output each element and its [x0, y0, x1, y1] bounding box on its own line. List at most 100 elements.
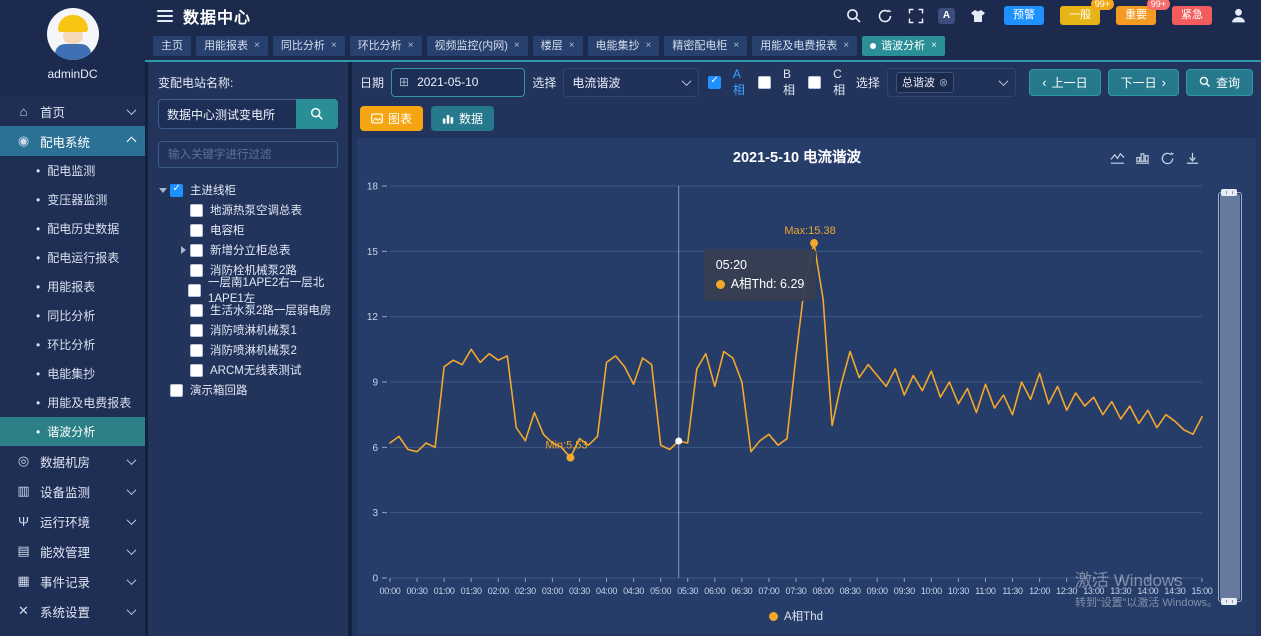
close-icon[interactable]: ×	[843, 36, 849, 56]
sidebar-subitem-环比分析[interactable]: •环比分析	[0, 330, 145, 359]
tree-node-一层南1APE2右一层北1APE1左[interactable]: 一层南1APE2右一层北1APE1左	[158, 280, 338, 300]
date-input[interactable]	[415, 74, 517, 90]
search-icon[interactable]	[845, 7, 862, 24]
datazoom-fill[interactable]	[1220, 194, 1240, 600]
checkbox[interactable]	[190, 204, 203, 217]
caret-down-icon[interactable]	[158, 188, 168, 193]
tab-用能及电费报表[interactable]: 用能及电费报表×	[752, 36, 857, 56]
sidebar-item-运行环境[interactable]: Ψ运行环境	[0, 506, 145, 536]
bar-view-icon[interactable]	[1135, 151, 1150, 166]
avatar[interactable]	[47, 8, 99, 60]
sidebar-item-系统设置[interactable]: ✕系统设置	[0, 596, 145, 626]
fullscreen-icon[interactable]	[907, 7, 924, 24]
user-icon[interactable]	[1230, 7, 1247, 24]
sidebar-item-事件记录[interactable]: ▦事件记录	[0, 566, 145, 596]
datazoom-slider[interactable]	[1218, 192, 1242, 602]
query-button[interactable]: 查询	[1186, 69, 1253, 96]
tree-filter-input[interactable]	[158, 141, 338, 168]
chart-legend[interactable]: A相Thd	[390, 608, 1202, 624]
tab-精密配电柜[interactable]: 精密配电柜×	[664, 36, 747, 56]
tree-node-消防喷淋机械泵1[interactable]: 消防喷淋机械泵1	[158, 320, 338, 340]
checkbox[interactable]	[188, 284, 201, 297]
checkbox[interactable]	[190, 304, 203, 317]
checkbox[interactable]	[190, 344, 203, 357]
close-icon[interactable]: ×	[254, 36, 260, 56]
phase-checkbox-A相[interactable]: A相	[708, 67, 746, 98]
tab-楼层[interactable]: 楼层×	[533, 36, 583, 56]
next-day-button[interactable]: 下一日 ›	[1108, 69, 1179, 96]
prev-day-button[interactable]: ‹ 上一日	[1029, 69, 1100, 96]
tab-电能集抄[interactable]: 电能集抄×	[588, 36, 660, 56]
checkbox[interactable]	[190, 324, 203, 337]
datazoom-handle-bottom[interactable]	[1221, 598, 1237, 605]
tab-同比分析[interactable]: 同比分析×	[273, 36, 345, 56]
menu-toggle-icon[interactable]	[157, 7, 173, 25]
datazoom-handle-top[interactable]	[1221, 189, 1237, 196]
sidebar-subitem-同比分析[interactable]: •同比分析	[0, 301, 145, 330]
checkbox[interactable]	[190, 364, 203, 377]
sidebar-subitem-谐波分析[interactable]: •谐波分析	[0, 417, 145, 446]
sidebar-subitem-配电监测[interactable]: •配电监测	[0, 156, 145, 185]
harmonic-order-select[interactable]: 总谐波 ⊗	[887, 68, 1016, 97]
data-view-button[interactable]: 数据	[431, 106, 494, 131]
harmonic-type-select[interactable]: 电流谐波	[563, 68, 698, 97]
tree-node-地源热泵空调总表[interactable]: 地源热泵空调总表	[158, 200, 338, 220]
tab-谐波分析[interactable]: 谐波分析×	[862, 36, 945, 56]
sidebar-item-数据机房[interactable]: ◎数据机房	[0, 446, 145, 476]
sidebar-subitem-电能集抄[interactable]: •电能集抄	[0, 359, 145, 388]
alert-badge-重要[interactable]: 重要99+	[1116, 6, 1156, 25]
tree-node-电容柜[interactable]: 电容柜	[158, 220, 338, 240]
station-input[interactable]	[158, 99, 296, 129]
close-icon[interactable]: ×	[646, 36, 652, 56]
close-icon[interactable]: ×	[733, 36, 739, 56]
close-icon[interactable]: ×	[931, 36, 937, 56]
caret-right-icon[interactable]	[178, 246, 188, 254]
close-icon[interactable]: ×	[331, 36, 337, 56]
sidebar-subitem-用能及电费报表[interactable]: •用能及电费报表	[0, 388, 145, 417]
phase-checkbox-C相[interactable]: C相	[808, 67, 847, 98]
sidebar-item-配电系统[interactable]: ◉配电系统	[0, 126, 145, 156]
tree-node-ARCM无线表测试[interactable]: ARCM无线表测试	[158, 360, 338, 380]
close-icon[interactable]: ×	[408, 36, 414, 56]
restore-icon[interactable]	[1160, 151, 1175, 166]
tab-环比分析[interactable]: 环比分析×	[350, 36, 422, 56]
chart-view-button[interactable]: 图表	[360, 106, 423, 131]
checkbox[interactable]	[170, 384, 183, 397]
station-search-button[interactable]	[296, 99, 338, 129]
alert-badge-一般[interactable]: 一般99+	[1060, 6, 1100, 25]
tab-视频监控(内网)[interactable]: 视频监控(内网)×	[427, 36, 528, 56]
tree-node-新增分立柜总表[interactable]: 新增分立柜总表	[158, 240, 338, 260]
checkbox[interactable]	[758, 76, 771, 89]
download-icon[interactable]	[1185, 151, 1200, 166]
sidebar-subitem-配电运行报表[interactable]: •配电运行报表	[0, 243, 145, 272]
date-picker[interactable]: ⊞	[391, 68, 525, 97]
alert-badge-紧急[interactable]: 紧急	[1172, 6, 1212, 25]
tag-remove-icon[interactable]: ⊗	[939, 76, 948, 89]
font-size-icon[interactable]: A	[938, 8, 955, 24]
checkbox[interactable]	[190, 244, 203, 257]
refresh-icon[interactable]	[876, 7, 893, 24]
checkbox[interactable]	[808, 76, 821, 89]
alert-badge-预警[interactable]: 预警	[1004, 6, 1044, 25]
sidebar-item-设备监测[interactable]: ▥设备监测	[0, 476, 145, 506]
checkbox[interactable]	[170, 184, 183, 197]
sidebar-subitem-配电历史数据[interactable]: •配电历史数据	[0, 214, 145, 243]
phase-checkbox-B相[interactable]: B相	[758, 67, 796, 98]
checkbox[interactable]	[190, 264, 203, 277]
tree-node-消防喷淋机械泵2[interactable]: 消防喷淋机械泵2	[158, 340, 338, 360]
sidebar-item-首页[interactable]: ⌂首页	[0, 96, 145, 126]
theme-skin-icon[interactable]	[969, 7, 986, 24]
line-view-icon[interactable]	[1110, 151, 1125, 166]
sidebar-subitem-变压器监测[interactable]: •变压器监测	[0, 185, 145, 214]
sidebar-item-能效管理[interactable]: ▤能效管理	[0, 536, 145, 566]
tree-node-主进线柜[interactable]: 主进线柜	[158, 180, 338, 200]
tree-node-演示箱回路[interactable]: 演示箱回路	[158, 380, 338, 400]
checkbox[interactable]	[190, 224, 203, 237]
tab-主页[interactable]: 主页	[153, 36, 191, 56]
close-icon[interactable]: ×	[514, 36, 520, 56]
tree-node-生活水泵2路一层弱电房[interactable]: 生活水泵2路一层弱电房	[158, 300, 338, 320]
checkbox[interactable]	[708, 76, 721, 89]
tab-用能报表[interactable]: 用能报表×	[196, 36, 268, 56]
sidebar-subitem-用能报表[interactable]: •用能报表	[0, 272, 145, 301]
close-icon[interactable]: ×	[569, 36, 575, 56]
